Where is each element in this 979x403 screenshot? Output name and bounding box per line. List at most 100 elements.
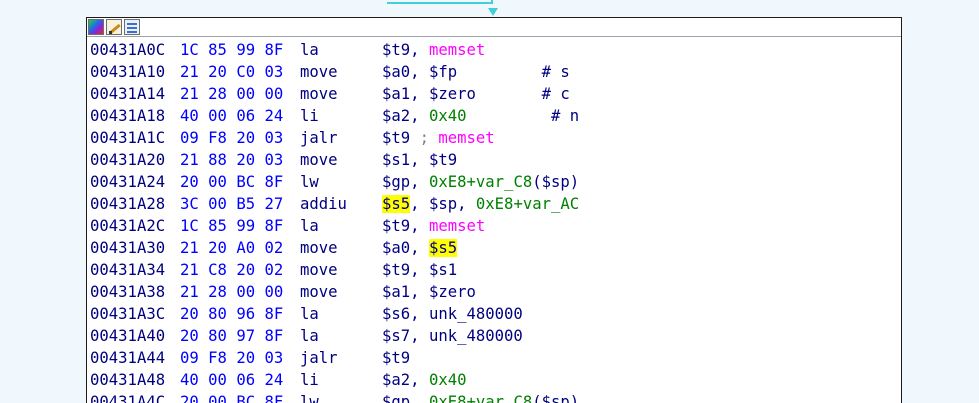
flow-edge (387, 0, 493, 4)
pencil-tip (109, 31, 112, 34)
disasm-line[interactable]: 00431A34 21 C8 20 02 move $t9, $s1 (90, 259, 901, 281)
opcode-bytes: 21 20 C0 03 (180, 63, 284, 81)
disasm-line[interactable]: 00431A24 20 00 BC 8F lw $gp, 0xE8+var_C8($s… (90, 171, 901, 193)
operand-token: ($sp) (532, 393, 580, 403)
graph-view-canvas[interactable]: 00431A0C 1C 85 99 8F la $t9, memset 00431A10… (0, 0, 979, 403)
operands[interactable]: $s1, $t9 (382, 149, 457, 171)
opcode-bytes: 09 F8 20 03 (180, 129, 284, 147)
operand-token: $t9, (382, 217, 429, 235)
disasm-line[interactable]: 00431A28 3C 00 B5 27 addiu $s5, $sp, 0xE8+v… (90, 193, 901, 215)
operands[interactable]: $t9 (382, 347, 410, 369)
opcode-bytes: 21 28 00 00 (180, 283, 284, 301)
operand-token: # c (475, 85, 570, 103)
operands[interactable]: $a0, $s5 (382, 237, 458, 259)
operands[interactable]: $a1, $zero # c (382, 83, 570, 105)
operands[interactable]: $t9, $s1 (382, 259, 457, 281)
operands[interactable]: $t9, memset (382, 39, 485, 61)
address: 00431A34 (90, 261, 166, 279)
operand-token: $gp, (382, 173, 429, 191)
opcode-bytes: 1C 85 99 8F (180, 217, 284, 235)
operands[interactable]: $t9 ; memset (382, 127, 495, 149)
operands[interactable]: $a2, 0x40 # n (382, 105, 579, 127)
mnemonic[interactable]: la (300, 215, 382, 237)
address: 00431A20 (90, 151, 166, 169)
operand-token: $t9, (382, 41, 429, 59)
basic-block-node[interactable]: 00431A0C 1C 85 99 8F la $t9, memset 00431A10… (86, 17, 902, 403)
operand-token: $a1, $zero (382, 283, 476, 301)
address: 00431A14 (90, 85, 166, 103)
mnemonic[interactable]: li (300, 105, 382, 127)
mnemonic[interactable]: la (300, 39, 382, 61)
mnemonic[interactable]: la (300, 325, 382, 347)
disasm-line[interactable]: 00431A2C 1C 85 99 8F la $t9, memset (90, 215, 901, 237)
highlighted-register[interactable]: $s5 (428, 239, 458, 257)
disasm-line[interactable]: 00431A38 21 28 00 00 move $a1, $zero (90, 281, 901, 303)
address: 00431A0C (90, 41, 166, 59)
operands[interactable]: $a0, $fp # s (382, 61, 570, 83)
mnemonic[interactable]: lw (300, 391, 382, 403)
mnemonic[interactable]: li (300, 369, 382, 391)
mnemonic[interactable]: move (300, 61, 382, 83)
operands[interactable]: $gp, 0xE8+var_C8($sp) (382, 171, 579, 193)
operands[interactable]: $a1, $zero (382, 281, 476, 303)
disasm-line[interactable]: 00431A4C 20 00 BC 8F lw $gp, 0xE8+var_C8($s… (90, 391, 901, 403)
disasm-line[interactable]: 00431A14 21 28 00 00 move $a1, $zero # c (90, 83, 901, 105)
mnemonic[interactable]: move (300, 237, 382, 259)
function-reference[interactable]: memset (429, 41, 485, 59)
mnemonic[interactable]: move (300, 149, 382, 171)
mnemonic[interactable]: jalr (300, 127, 382, 149)
disasm-line[interactable]: 00431A48 40 00 06 24 li $a2, 0x40 (90, 369, 901, 391)
operands[interactable]: $s6, unk_480000 (382, 303, 523, 325)
disasm-line[interactable]: 00431A1C 09 F8 20 03 jalr $t9 ; memset (90, 127, 901, 149)
opcode-bytes: 40 00 06 24 (180, 107, 284, 125)
operand-token: $a2, (382, 107, 429, 125)
address: 00431A40 (90, 327, 166, 345)
disasm-line[interactable]: 00431A0C 1C 85 99 8F la $t9, memset (90, 39, 901, 61)
mnemonic[interactable]: addiu (300, 193, 382, 215)
operand-token: 0xE8+var_AC (475, 195, 580, 213)
color-picker-icon[interactable] (88, 19, 104, 35)
operand-token: , $sp, (410, 195, 476, 213)
disasm-line[interactable]: 00431A30 21 20 A0 02 move $a0, $s5 (90, 237, 901, 259)
operand-token: $s6, unk_480000 (382, 305, 523, 323)
disasm-line[interactable]: 00431A40 20 80 97 8F la $s7, unk_480000 (90, 325, 901, 347)
function-reference[interactable]: memset (438, 129, 494, 147)
mnemonic[interactable]: la (300, 303, 382, 325)
address: 00431A10 (90, 63, 166, 81)
operand-token: $t9 (382, 129, 420, 147)
opcode-bytes: 20 00 BC 8F (180, 393, 284, 403)
address: 00431A24 (90, 173, 166, 191)
operands[interactable]: $t9, memset (382, 215, 485, 237)
address: 00431A1C (90, 129, 166, 147)
mnemonic[interactable]: move (300, 259, 382, 281)
disasm-line[interactable]: 00431A44 09 F8 20 03 jalr $t9 (90, 347, 901, 369)
mnemonic[interactable]: move (300, 281, 382, 303)
disasm-line[interactable]: 00431A18 40 00 06 24 li $a2, 0x40 # n (90, 105, 901, 127)
operands[interactable]: $gp, 0xE8+var_C8($sp) (382, 391, 579, 403)
opcode-bytes: 09 F8 20 03 (180, 349, 284, 367)
operand-token: $t9 (382, 349, 411, 367)
address: 00431A28 (90, 195, 166, 213)
highlighted-register[interactable]: $s5 (382, 195, 411, 213)
disassembly-listing[interactable]: 00431A0C 1C 85 99 8F la $t9, memset 00431A10… (87, 37, 901, 403)
opcode-bytes: 20 80 96 8F (180, 305, 284, 323)
operands[interactable]: $s7, unk_480000 (382, 325, 523, 347)
opcode-bytes: 20 80 97 8F (180, 327, 284, 345)
graph-overview-icon[interactable] (124, 19, 140, 35)
rename-icon[interactable] (106, 19, 122, 35)
operand-token: 0x40 (428, 107, 467, 125)
operand-token: $a2, (382, 371, 429, 389)
operands[interactable]: $a2, 0x40 (382, 369, 467, 391)
mnemonic[interactable]: move (300, 83, 382, 105)
function-reference[interactable]: memset (429, 217, 485, 235)
mnemonic[interactable]: lw (300, 171, 382, 193)
opcode-bytes: 1C 85 99 8F (180, 41, 284, 59)
operand-token: $t9, $s1 (382, 261, 458, 279)
operand-token: 0xE8+var_C8 (428, 173, 533, 191)
operands[interactable]: $s5, $sp, 0xE8+var_AC (382, 193, 579, 215)
disasm-line[interactable]: 00431A3C 20 80 96 8F la $s6, unk_480000 (90, 303, 901, 325)
mnemonic[interactable]: jalr (300, 347, 382, 369)
disasm-line[interactable]: 00431A10 21 20 C0 03 move $a0, $fp # s (90, 61, 901, 83)
disasm-line[interactable]: 00431A20 21 88 20 03 move $s1, $t9 (90, 149, 901, 171)
address: 00431A38 (90, 283, 166, 301)
